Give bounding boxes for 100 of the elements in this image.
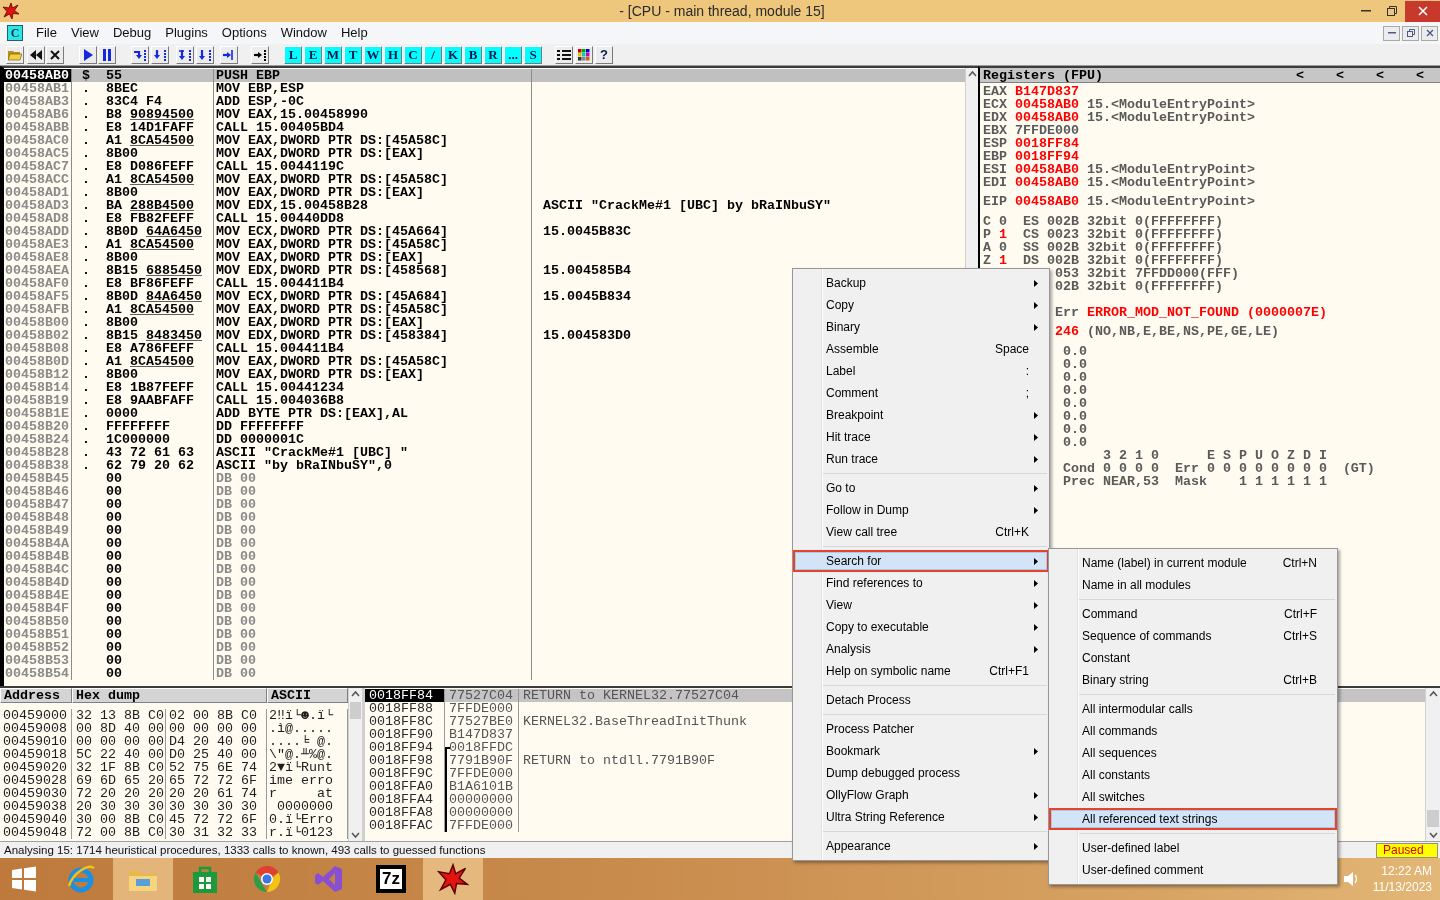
- segment-bits: 32bit: [1086, 254, 1128, 267]
- comment-cell-text: 15.004585B4: [542, 264, 631, 277]
- bit-header: E S P U O Z D I: [1206, 449, 1327, 462]
- segment-base: 0(FFFFFFFF): [1134, 228, 1223, 241]
- register-name: Err: [1054, 306, 1080, 319]
- hex-cell: 02 00 8B C0: [166, 709, 267, 722]
- status-label: Mask: [1174, 475, 1208, 488]
- comment-cell-text: ASCII "CrackMe#1 [UBC] by bRaINbuSY": [542, 199, 831, 212]
- segment-name: CS: [1022, 228, 1040, 241]
- address-cell: 00459008: [0, 722, 72, 735]
- comment-cell-text: RETURN to ntdll.7791B90F: [522, 754, 715, 767]
- fpu-value: 0.0: [1062, 397, 1087, 410]
- status-bits: 1 1 1 1 1 1: [1238, 475, 1327, 488]
- register-name: ESP: [983, 137, 1008, 150]
- comment-cell-text: KERNEL32.BaseThreadInitThunk: [522, 715, 747, 728]
- hex-cell: 30 30 30 30: [166, 800, 267, 813]
- fpu-value: 0.0: [1062, 436, 1087, 449]
- address-cell: 00458AC7: [4, 160, 72, 173]
- segment-base: 7FFDD000(FFF): [1134, 267, 1239, 280]
- address-cell: 00458B02: [4, 329, 72, 342]
- address-cell: 00458B52: [4, 641, 72, 654]
- address-cell: 00458B4C: [4, 563, 72, 576]
- address-cell: 00458ADD: [4, 225, 72, 238]
- status-message: Analysing 15: 1714 heuristical procedures, 1333 calls to known, 493 calls to guessed functions: [3, 844, 486, 856]
- segment-selector: 053: [1054, 267, 1079, 280]
- hex-cell: 20 30 30 30: [72, 800, 166, 813]
- address-cell: 00458B54: [4, 667, 72, 680]
- segment-base: 0(FFFFFFFF): [1134, 280, 1223, 293]
- hex-cell: 30 00 8B C0: [72, 813, 166, 826]
- address-cell: 00458AB3: [4, 95, 72, 108]
- address-cell: 00458B4F: [4, 602, 72, 615]
- flag-value: 1: [999, 228, 1008, 241]
- address-cell: 00458ABB: [4, 121, 72, 134]
- comment-cell-text: RETURN to KERNEL32.77527C04: [522, 689, 739, 702]
- address-cell: 00458B12: [4, 368, 72, 381]
- register-name: EBP: [983, 150, 1008, 163]
- segment-name: ES: [1022, 215, 1040, 228]
- hex-cell: 00 00 00 00: [72, 735, 166, 748]
- segment-base: 0(FFFFFFFF): [1134, 215, 1223, 228]
- address-cell: 00458AE8: [4, 251, 72, 264]
- address-cell: 00458ACC: [4, 173, 72, 186]
- flags-decoded: (NO,NB,E,BE,NS,PE,GE,LE): [1086, 325, 1279, 338]
- segment-selector: 002B: [1046, 254, 1079, 267]
- register-symbol: 15.<ModuleEntryPoint>: [1086, 163, 1255, 176]
- segment-bits: 32bit: [1086, 215, 1128, 228]
- register-symbol: 15.<ModuleEntryPoint>: [1086, 195, 1255, 208]
- address-cell: 0018FF84: [365, 689, 445, 702]
- run-state-label: Paused: [1376, 842, 1438, 858]
- segment-selector: 02B: [1054, 280, 1079, 293]
- address-cell: 00458B51: [4, 628, 72, 641]
- address-cell: 00459028: [0, 774, 72, 787]
- fpu-value: 0.0: [1062, 384, 1087, 397]
- segment-bits: 32bit: [1086, 280, 1128, 293]
- hex-cell: 00 00 00 00: [166, 722, 267, 735]
- register-name: EDX: [983, 111, 1008, 124]
- compare-result: (GT): [1342, 462, 1375, 475]
- comment-cell-text: 15.0045B834: [542, 290, 631, 303]
- address-cell: 00458AFB: [4, 303, 72, 316]
- segment-selector: 002B: [1046, 241, 1079, 254]
- address-cell: 00458B28: [4, 446, 72, 459]
- hex-cell: D4 20 40 00: [166, 735, 267, 748]
- hex-cell: 20 20 61 74: [166, 787, 267, 800]
- register-name: ECX: [983, 98, 1008, 111]
- hex-cell: 65 72 72 6F: [166, 774, 267, 787]
- register-value: 246: [1054, 325, 1080, 338]
- segment-bits: 32bit: [1086, 228, 1128, 241]
- register-name: EBX: [983, 124, 1008, 137]
- hex-cell: 00: [72, 667, 214, 680]
- status-bits: 0 0 0 0 0 0 0 0: [1206, 462, 1328, 475]
- address-cell: 00458AE3: [4, 238, 72, 251]
- hex-cell: 72 00 8B C0: [72, 826, 166, 839]
- fpu-value: 0.0: [1062, 358, 1087, 371]
- address-cell: 00458B14: [4, 381, 72, 394]
- address-cell: 00458B4E: [4, 589, 72, 602]
- address-cell: 00458B0D: [4, 355, 72, 368]
- address-cell: 00458AEA: [4, 264, 72, 277]
- address-cell: 00458AB1: [4, 82, 72, 95]
- archive-app-icon: 7z: [376, 865, 406, 893]
- address-cell: 00458AF0: [4, 277, 72, 290]
- address-cell: 00458B4D: [4, 576, 72, 589]
- comment-cell-text: 15.004583D0: [542, 329, 631, 342]
- status-label: Prec: [1062, 475, 1096, 488]
- address-cell: 00458B19: [4, 394, 72, 407]
- register-symbol: 15.<ModuleEntryPoint>: [1086, 98, 1255, 111]
- address-cell: 00458B20: [4, 420, 72, 433]
- flag-name: C: [983, 215, 992, 228]
- hex-cell: 5C 22 40 00: [72, 748, 166, 761]
- address-cell: 00458B50: [4, 615, 72, 628]
- register-value: B147D837: [1015, 85, 1080, 98]
- segment-selector: 0023: [1046, 228, 1079, 241]
- address-cell: 00458B46: [4, 485, 72, 498]
- segment-bits: 32bit: [1086, 241, 1128, 254]
- status-label: Err: [1174, 462, 1200, 475]
- hex-cell: 30 31 32 33: [166, 826, 267, 839]
- address-cell: 00459040: [0, 813, 72, 826]
- register-value: 00458AB0: [1015, 111, 1080, 124]
- address-cell: 00458B24: [4, 433, 72, 446]
- register-name: EIP: [983, 195, 1008, 208]
- register-symbol: 15.<ModuleEntryPoint>: [1086, 111, 1255, 124]
- address-cell: 00459018: [0, 748, 72, 761]
